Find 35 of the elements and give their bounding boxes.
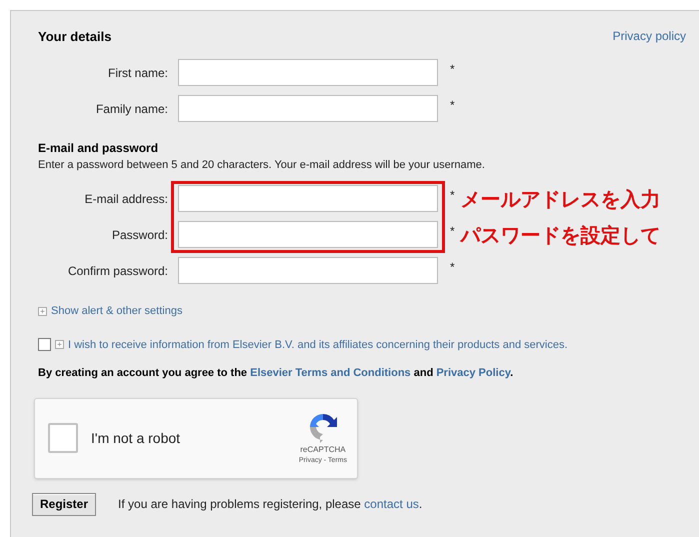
text-field[interactable]	[178, 185, 438, 212]
required-mark: *	[450, 259, 455, 276]
privacy-link[interactable]: Privacy policy	[612, 27, 686, 46]
field-label: Family name:	[94, 100, 169, 118]
newsletter-text: I wish to receive information from Elsevier B.V. and its affiliates concerning their products and services.	[68, 338, 568, 352]
help-text: If you are having problems registering, please contact us.	[118, 496, 422, 513]
contact-link[interactable]: contact us	[364, 497, 419, 511]
annotation-text: パスワードを設定して	[460, 222, 661, 249]
agreement-text: By creating an account you agree to the Elsevier Terms and Conditions and Privacy Policy.	[38, 366, 514, 381]
captcha-label: I'm not a robot	[91, 428, 182, 448]
text-field[interactable]	[178, 58, 438, 86]
required-mark: *	[450, 60, 455, 78]
text-field[interactable]	[178, 221, 438, 248]
annotation-text: メールアドレスを入力	[460, 186, 661, 213]
required-mark: *	[450, 223, 455, 240]
expand-icon[interactable]: +	[55, 340, 64, 350]
section-heading: Your details	[38, 28, 112, 46]
field-label: Confirm password:	[66, 263, 169, 280]
captcha-checkbox[interactable]	[48, 423, 78, 453]
field-label: E-mail address:	[84, 191, 169, 208]
field-label: Password:	[110, 227, 169, 244]
required-mark: *	[450, 187, 455, 204]
field-label: First name:	[106, 64, 169, 82]
section-heading: E-mail and password	[38, 140, 160, 156]
expand-icon[interactable]: +	[38, 306, 47, 316]
register-button[interactable]: Register	[32, 492, 96, 516]
captcha-brand: reCAPTCHA	[300, 444, 346, 456]
required-mark: *	[450, 96, 455, 114]
text-field[interactable]	[178, 94, 438, 122]
text-field[interactable]	[178, 257, 438, 284]
hint-text: Enter a password between 5 and 20 characters. Your e-mail address will be your username.	[38, 158, 486, 172]
newsletter-checkbox[interactable]	[38, 338, 51, 352]
privacy-policy-link[interactable]: Privacy Policy	[436, 367, 510, 379]
terms-link[interactable]: Elsevier Terms and Conditions	[250, 367, 411, 379]
settings-link[interactable]: Show alert & other settings	[51, 303, 182, 320]
